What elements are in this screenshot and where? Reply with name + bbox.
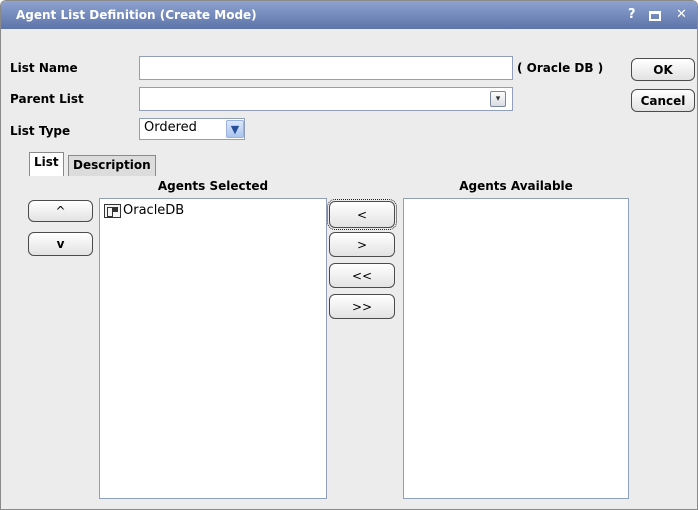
agents-available-header: Agents Available — [459, 179, 573, 193]
close-icon[interactable]: ✕ — [676, 7, 687, 23]
ok-button[interactable]: OK — [631, 58, 695, 81]
move-down-button[interactable]: v — [28, 232, 93, 256]
list-type-value: Ordered — [144, 120, 197, 135]
title-bar[interactable]: Agent List Definition (Create Mode) ? ✕ — [1, 1, 697, 29]
help-icon[interactable]: ? — [628, 7, 636, 23]
list-name-label: List Name — [10, 61, 78, 75]
tab-description[interactable]: Description — [68, 155, 156, 176]
list-type-label: List Type — [10, 124, 71, 138]
agent-item-label: OracleDB — [123, 203, 185, 218]
agent-icon — [104, 203, 121, 218]
maximize-icon[interactable] — [649, 11, 661, 21]
remove-all-agents-button[interactable]: >> — [329, 294, 395, 319]
db-type-label: ( Oracle DB ) — [517, 61, 604, 75]
move-up-button[interactable]: ^ — [28, 200, 93, 222]
agents-selected-header: Agents Selected — [157, 179, 269, 193]
agents-available-list[interactable] — [403, 198, 629, 499]
tab-description-label: Description — [73, 158, 151, 172]
parent-list-label: Parent List — [10, 92, 84, 106]
remove-agent-button[interactable]: > — [329, 232, 395, 257]
add-all-agents-button[interactable]: << — [329, 263, 395, 288]
parent-list-combobox[interactable] — [139, 87, 513, 111]
agents-selected-list[interactable]: OracleDB — [99, 198, 327, 499]
tab-list[interactable]: List — [29, 152, 64, 176]
chevron-down-icon[interactable]: ▼ — [226, 120, 244, 138]
agent-list-dialog: Agent List Definition (Create Mode) ? ✕ … — [0, 0, 698, 510]
list-name-input[interactable] — [139, 56, 513, 80]
list-item[interactable]: OracleDB — [104, 203, 184, 218]
chevron-down-icon[interactable]: ▾ — [490, 91, 506, 107]
cancel-button[interactable]: Cancel — [631, 89, 695, 112]
tab-list-label: List — [34, 155, 59, 169]
window-title: Agent List Definition (Create Mode) — [16, 8, 257, 22]
add-agent-button[interactable]: < — [327, 199, 397, 230]
